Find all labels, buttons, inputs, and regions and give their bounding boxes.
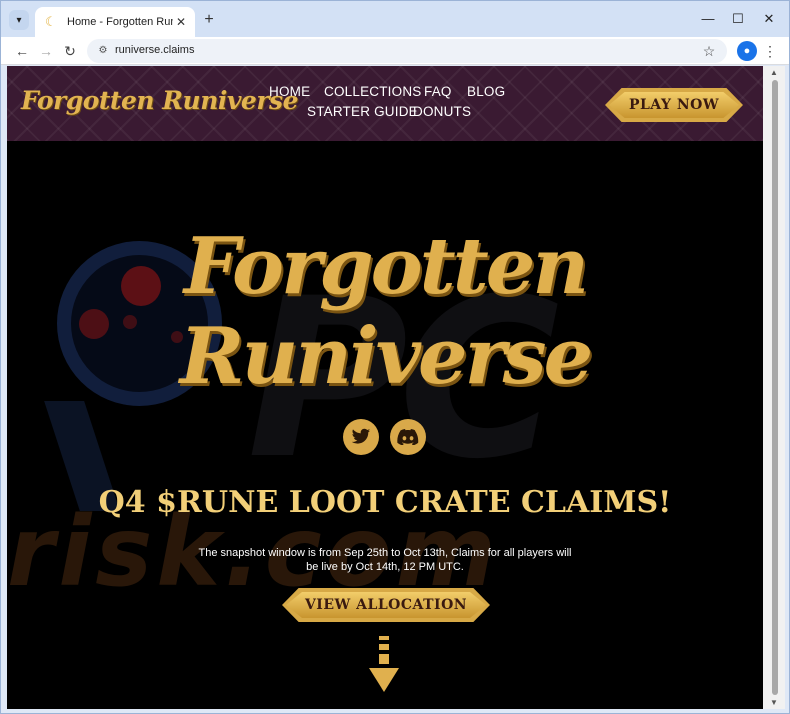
minimize-button[interactable]: — xyxy=(698,9,718,29)
close-window-button[interactable]: ✕ xyxy=(759,9,779,29)
tab-strip: ▾ ☾ Home - Forgotten Runiverse ✕ + — ☐ ✕ xyxy=(1,1,789,37)
scroll-up-arrow-icon[interactable]: ▲ xyxy=(770,68,778,77)
scroll-down-icon[interactable]: ▼ xyxy=(770,698,778,707)
browser-menu-button[interactable]: ⋮ xyxy=(761,40,779,62)
reload-button[interactable]: ↻ xyxy=(59,40,81,62)
back-button[interactable]: ← xyxy=(11,40,33,62)
view-allocation-label: VIEW ALLOCATION xyxy=(286,592,486,618)
new-tab-button[interactable]: + xyxy=(199,10,219,30)
site-header: Forgotten Runiverse HOME COLLECTIONS FAQ… xyxy=(7,66,763,141)
profile-avatar-icon[interactable]: ● xyxy=(737,41,757,61)
play-now-button[interactable]: PLAY NOW xyxy=(605,88,743,122)
claims-description: The snapshot window is from Sep 25th to … xyxy=(198,547,572,573)
hero-logo-line2: Runiverse xyxy=(179,311,593,402)
nav-home[interactable]: HOME xyxy=(269,84,310,99)
twitter-button[interactable] xyxy=(343,419,379,455)
nav-faq[interactable]: FAQ xyxy=(424,84,452,99)
nav-blog[interactable]: BLOG xyxy=(467,84,505,99)
forward-button[interactable]: → xyxy=(35,40,57,62)
nav-collections[interactable]: COLLECTIONS xyxy=(324,84,421,99)
site-logo[interactable]: Forgotten Runiverse xyxy=(21,86,298,115)
twitter-icon xyxy=(351,428,371,444)
nav-donuts[interactable]: DONUTS xyxy=(413,104,471,119)
nav-starter-guide[interactable]: STARTER GUIDE xyxy=(307,104,418,119)
scroll-thumb[interactable] xyxy=(772,80,778,695)
browser-toolbar: ← → ↻ ⚙ runiverse.claims ☆ ● ⋮ xyxy=(1,37,789,65)
tab-title: Home - Forgotten Runiverse xyxy=(67,16,173,28)
scroll-down-arrow-icon[interactable] xyxy=(369,636,399,694)
tab-search-button[interactable]: ▾ xyxy=(9,10,29,30)
page-viewport: PC risk.com Forgotten Runiverse HOME COL… xyxy=(7,66,763,709)
site-info-icon[interactable]: ⚙ xyxy=(95,43,111,59)
hero-logo-line1: Forgotten xyxy=(183,221,589,312)
bookmark-star-icon[interactable]: ☆ xyxy=(699,41,719,61)
browser-window: ▾ ☾ Home - Forgotten Runiverse ✕ + — ☐ ✕… xyxy=(0,0,790,714)
claims-heading: Q4 $RUNE LOOT CRATE CLAIMS! xyxy=(98,485,672,520)
play-now-label: PLAY NOW xyxy=(609,92,739,118)
moon-favicon-icon: ☾ xyxy=(45,14,57,29)
address-bar[interactable]: ⚙ runiverse.claims ☆ xyxy=(87,39,727,63)
url-text[interactable]: runiverse.claims xyxy=(115,44,194,56)
discord-icon xyxy=(397,429,419,445)
discord-button[interactable] xyxy=(390,419,426,455)
page-scrollbar[interactable]: ▲ ▼ xyxy=(763,66,785,709)
view-allocation-button[interactable]: VIEW ALLOCATION xyxy=(282,588,490,622)
tab-home[interactable]: ☾ Home - Forgotten Runiverse ✕ xyxy=(35,7,195,37)
maximize-button[interactable]: ☐ xyxy=(728,9,748,29)
tab-close-button[interactable]: ✕ xyxy=(173,14,189,30)
